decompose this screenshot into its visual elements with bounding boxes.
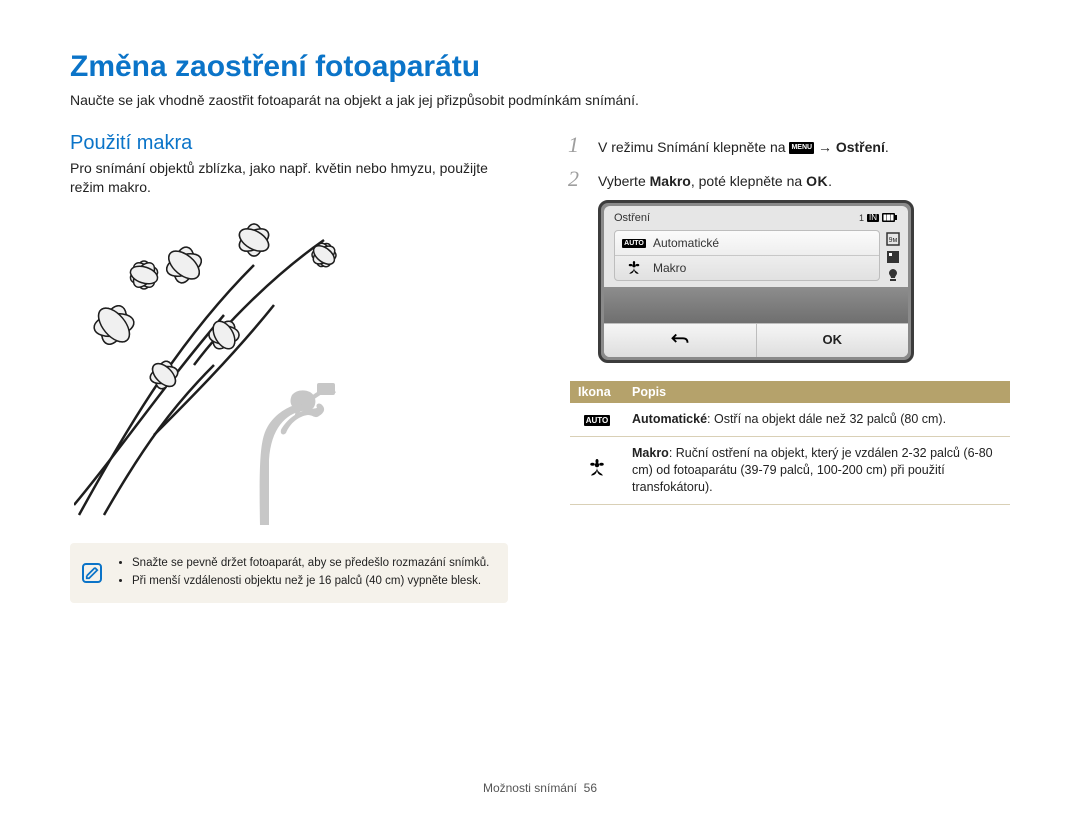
step-2: 2 Vyberte Makro, poté klepněte na OK. <box>568 166 1010 192</box>
camera-memory-icon: IN <box>867 214 879 223</box>
page-footer: Možnosti snímání 56 <box>0 781 1080 795</box>
table-head-desc: Popis <box>624 381 1010 403</box>
row-desc: : Ruční ostření na objekt, který je vzdá… <box>632 446 993 494</box>
camera-screen: Ostření 1 IN AUTO <box>598 200 914 363</box>
step-text: → <box>818 139 836 155</box>
table-head-icon: Ikona <box>570 381 624 403</box>
row-title: Automatické <box>632 412 707 426</box>
battery-icon <box>882 213 898 224</box>
step-1: 1 V režimu Snímání klepněte na MENU → Os… <box>568 132 1010 158</box>
camera-menu-title: Ostření <box>614 212 650 224</box>
section-heading-macro: Použití makra <box>70 132 508 155</box>
svg-text:9м: 9м <box>889 237 898 244</box>
macro-illustration <box>70 213 508 529</box>
footer-page-number: 56 <box>584 781 597 795</box>
page-intro: Naučte se jak vhodně zaostřit fotoaparát… <box>70 92 1010 108</box>
flower-icon <box>625 261 643 275</box>
footer-section: Možnosti snímání <box>483 781 577 795</box>
note-item: Snažte se pevně držet fotoaparát, aby se… <box>132 555 494 571</box>
quality-icon <box>886 250 900 264</box>
row-desc: : Ostří na objekt dále než 32 palců (80 … <box>707 412 946 426</box>
step-bold: Makro <box>650 173 691 189</box>
step-text: . <box>828 173 832 189</box>
page-title: Změna zaostření fotoaparátu <box>70 50 1010 84</box>
resolution-icon: 9м <box>886 232 900 246</box>
step-text: V režimu Snímání klepněte na <box>598 139 789 155</box>
step-text: Vyberte <box>598 173 650 189</box>
auto-icon: AUTO <box>625 236 643 250</box>
flower-icon <box>570 436 624 504</box>
camera-option-label: Automatické <box>653 236 719 250</box>
camera-option-macro[interactable]: Makro <box>615 256 879 280</box>
note-box: Snažte se pevně držet fotoaparát, aby se… <box>70 543 508 603</box>
step-text: . <box>885 139 889 155</box>
table-row: Makro: Ruční ostření na objekt, který je… <box>570 436 1010 504</box>
ok-button[interactable]: OK <box>757 324 909 357</box>
step-bold: Ostření <box>836 139 885 155</box>
step-text: , poté klepněte na <box>691 173 806 189</box>
note-item: Při menší vzdálenosti objektu než je 16 … <box>132 573 494 589</box>
stabilizer-icon <box>886 268 900 282</box>
table-row: AUTO Automatické: Ostří na objekt dále n… <box>570 403 1010 436</box>
ok-inline-icon: OK <box>806 173 828 189</box>
focus-modes-table: Ikona Popis AUTO Automatické: Ostří na o… <box>570 381 1010 505</box>
note-icon <box>82 563 102 583</box>
auto-icon: AUTO <box>570 403 624 436</box>
camera-option-automatic[interactable]: AUTO Automatické <box>615 231 879 256</box>
step-number: 1 <box>568 132 586 158</box>
section-desc-macro: Pro snímání objektů zblízka, jako např. … <box>70 159 508 197</box>
menu-icon: MENU <box>789 142 814 154</box>
camera-option-label: Makro <box>653 261 686 275</box>
step-number: 2 <box>568 166 586 192</box>
row-title: Makro <box>632 446 669 460</box>
camera-counter: 1 <box>859 213 864 223</box>
back-button[interactable] <box>604 324 757 357</box>
